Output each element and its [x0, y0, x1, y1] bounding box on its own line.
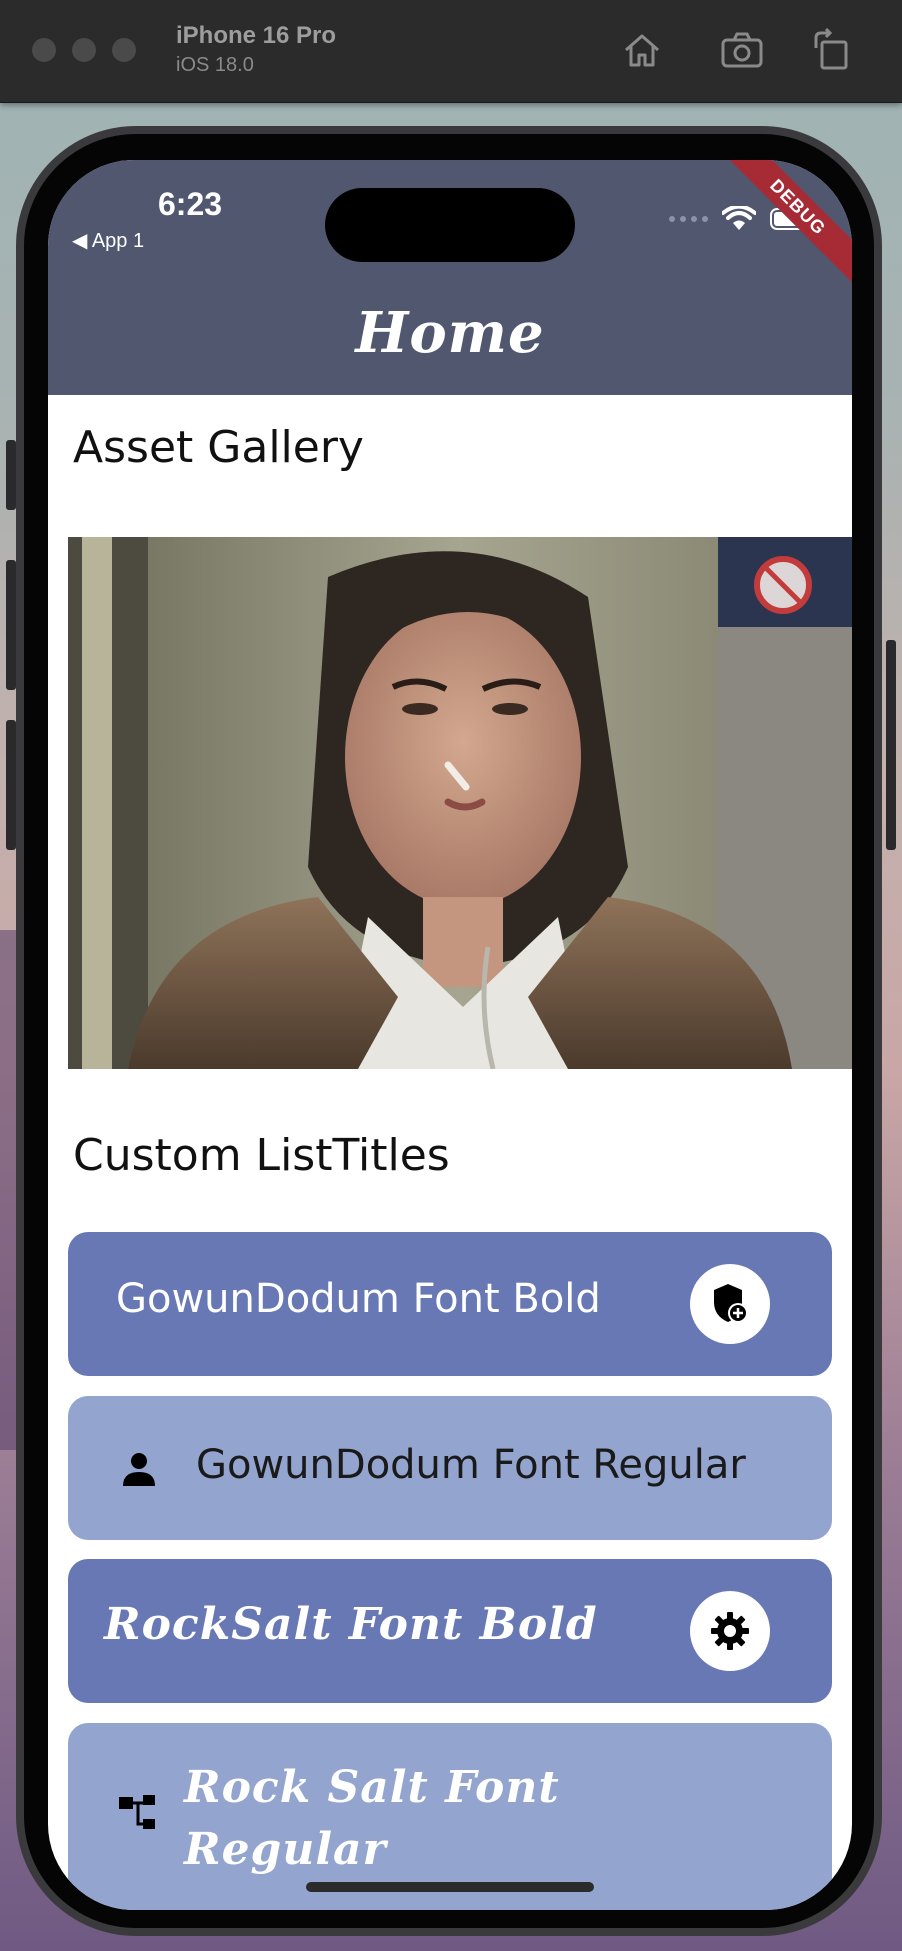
volume-down-button[interactable]: [6, 720, 16, 850]
back-to-app-link[interactable]: ◀ App 1: [72, 228, 144, 253]
gallery-image: [68, 537, 852, 1069]
status-time: 6:23: [158, 186, 223, 222]
signal-dots-icon: [669, 216, 708, 222]
power-button[interactable]: [886, 640, 896, 850]
asset-gallery-title: Asset Gallery: [73, 422, 364, 473]
list-tile-label: Rock Salt Font Regular: [184, 1762, 560, 1875]
app-bar: 6:23 ◀ App 1 DEBUG Home: [48, 160, 852, 395]
shield-add-button[interactable]: [690, 1264, 770, 1344]
list-tile-label: RockSalt Font Bold: [104, 1599, 598, 1650]
device-name: iPhone 16 Pro: [176, 22, 337, 49]
shield-add-icon: [714, 1284, 748, 1323]
list-tile-rocksalt-bold[interactable]: RockSalt Font Bold: [68, 1559, 832, 1703]
rotate-button[interactable]: [810, 27, 854, 72]
simulator-toolbar: iPhone 16 Pro iOS 18.0: [0, 0, 902, 103]
wifi-icon: [722, 206, 756, 230]
list-tile-gowun-bold[interactable]: GowunDodum Font Bold: [68, 1232, 832, 1376]
rotate-icon: [814, 27, 848, 70]
window-zoom-button[interactable]: [112, 38, 136, 62]
os-version: iOS 18.0: [176, 54, 254, 76]
person-icon: [123, 1453, 155, 1486]
screenshot-button[interactable]: [720, 28, 764, 72]
custom-list-titles-heading: Custom ListTitles: [73, 1130, 450, 1181]
list-tile-label: GowunDodum Font Bold: [116, 1276, 601, 1322]
gear-icon: [711, 1612, 749, 1650]
volume-up-button[interactable]: [6, 560, 16, 690]
settings-button[interactable]: [690, 1591, 770, 1671]
home-indicator[interactable]: [306, 1882, 594, 1892]
device-screen: 6:23 ◀ App 1 DEBUG Home Asset Gallery Cu…: [48, 160, 852, 1910]
window-close-button[interactable]: [32, 38, 56, 62]
action-button[interactable]: [6, 440, 16, 510]
window-minimize-button[interactable]: [72, 38, 96, 62]
list-tile-label: GowunDodum Font Regular: [196, 1442, 746, 1488]
dynamic-island: [325, 188, 575, 262]
list-tile-gowun-regular[interactable]: GowunDodum Font Regular: [68, 1396, 832, 1540]
home-icon: [625, 34, 659, 67]
screenshot-icon: [721, 32, 763, 68]
home-button[interactable]: [620, 28, 664, 72]
page-title: Home: [355, 300, 545, 366]
account-tree-icon: [119, 1795, 155, 1829]
